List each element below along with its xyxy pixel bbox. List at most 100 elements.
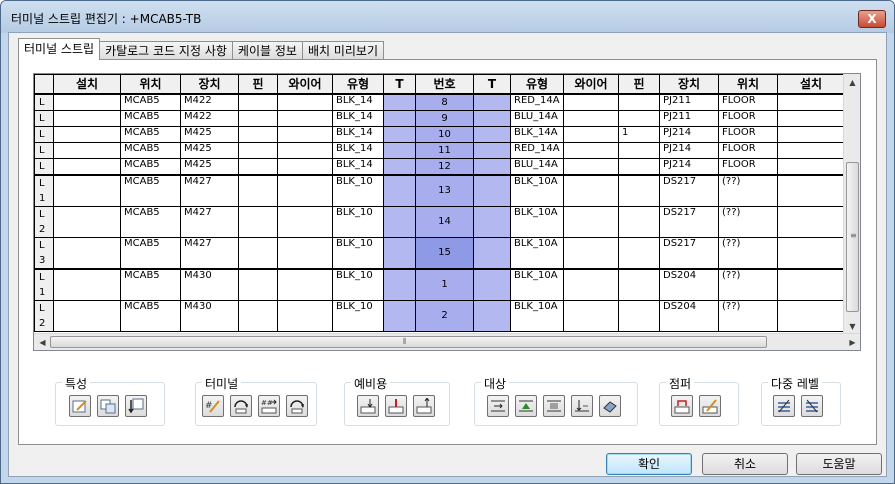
cell-l-pin[interactable]: [238, 157, 278, 175]
col-header-r-location[interactable]: 위치: [718, 74, 778, 95]
cell-r-wire[interactable]: [563, 125, 619, 143]
cancel-button[interactable]: 취소: [702, 453, 788, 475]
cell-l-inst[interactable]: [53, 173, 121, 207]
levels-icon[interactable]: [773, 395, 795, 417]
cell-r-pin[interactable]: 1: [618, 125, 660, 143]
vertical-scroll-thumb[interactable]: ≡: [846, 162, 859, 312]
cell-r-loc[interactable]: (??): [718, 205, 778, 238]
cell-l-wire[interactable]: [277, 267, 333, 301]
cell-l-loc[interactable]: MCAB5: [120, 93, 181, 111]
cell-r-loc[interactable]: FLOOR: [718, 141, 778, 159]
cell-l-dev[interactable]: M430: [180, 299, 239, 332]
col-header-r-install[interactable]: 설치: [777, 74, 845, 95]
cell-l-type[interactable]: BLK_10: [332, 299, 384, 332]
close-button[interactable]: X: [858, 10, 886, 28]
cell-r-wire[interactable]: [563, 141, 619, 159]
cell-r-inst[interactable]: [777, 299, 845, 332]
cell-l-type[interactable]: BLK_14: [332, 93, 384, 111]
cell-l-dev[interactable]: M425: [180, 125, 239, 143]
cell-l-t[interactable]: [383, 173, 416, 207]
cell-number[interactable]: 2: [415, 299, 474, 332]
cell-r-inst[interactable]: [777, 157, 845, 175]
cell-l-wire[interactable]: [277, 109, 333, 127]
move-up-icon[interactable]: [487, 395, 509, 417]
cell-r-pin[interactable]: [618, 236, 660, 269]
cell-number[interactable]: 9: [415, 109, 474, 127]
cell-l-pin[interactable]: [238, 109, 278, 127]
move-top-icon[interactable]: [515, 395, 537, 417]
cell-r-type[interactable]: BLK_10A: [510, 267, 564, 301]
cell-r-inst[interactable]: [777, 141, 845, 159]
cell-r-pin[interactable]: [618, 109, 660, 127]
cell-r-loc[interactable]: FLOOR: [718, 93, 778, 111]
cell-r-t[interactable]: [473, 141, 511, 159]
scroll-up-icon[interactable]: ▲: [844, 74, 860, 91]
cell-l-wire[interactable]: [277, 125, 333, 143]
col-header-l-wire[interactable]: 와이어: [277, 74, 333, 95]
cell-r-pin[interactable]: [618, 173, 660, 207]
table-row[interactable]: L MCAB5 M422 BLK_14 8 RED_14A PJ211 FLOOR: [34, 93, 845, 111]
cell-l-dev[interactable]: M427: [180, 236, 239, 269]
cell-l-type[interactable]: BLK_14: [332, 157, 384, 175]
cell-l-inst[interactable]: [53, 125, 121, 143]
cell-l-loc[interactable]: MCAB5: [120, 173, 181, 207]
ok-button[interactable]: 확인: [606, 453, 692, 475]
col-header-r-wire[interactable]: 와이어: [563, 74, 619, 95]
refresh-terminal-icon[interactable]: [286, 395, 308, 417]
cell-number[interactable]: 12: [415, 157, 474, 175]
cell-r-type[interactable]: BLU_14A: [510, 157, 564, 175]
cell-l-t[interactable]: [383, 125, 416, 143]
cell-r-wire[interactable]: [563, 236, 619, 269]
help-button[interactable]: 도움말: [796, 453, 882, 475]
cell-r-wire[interactable]: [563, 109, 619, 127]
cell-r-wire[interactable]: [563, 157, 619, 175]
col-header-corner[interactable]: [34, 74, 54, 95]
cell-number[interactable]: 1: [415, 267, 474, 301]
cell-number[interactable]: 13: [415, 173, 474, 207]
cell-number[interactable]: 15: [415, 236, 474, 269]
table-row[interactable]: L MCAB5 M422 BLK_14 9 BLU_14A PJ211 FLOOR: [34, 109, 845, 127]
cell-r-t[interactable]: [473, 93, 511, 111]
cell-l-loc[interactable]: MCAB5: [120, 141, 181, 159]
cell-r-inst[interactable]: [777, 236, 845, 269]
cell-r-dev[interactable]: PJ214: [659, 157, 719, 175]
cell-r-pin[interactable]: [618, 267, 660, 301]
levels-edit-icon[interactable]: [801, 395, 823, 417]
cell-r-pin[interactable]: [618, 299, 660, 332]
cell-r-wire[interactable]: [563, 93, 619, 111]
reverse-icon[interactable]: [599, 395, 621, 417]
col-header-l-pin[interactable]: 핀: [238, 74, 278, 95]
cell-r-type[interactable]: BLK_10A: [510, 173, 564, 207]
cell-l-type[interactable]: BLK_14: [332, 125, 384, 143]
cell-r-dev[interactable]: PJ214: [659, 125, 719, 143]
cell-r-inst[interactable]: [777, 173, 845, 207]
cell-l-inst[interactable]: [53, 141, 121, 159]
cell-r-loc[interactable]: (??): [718, 173, 778, 207]
cell-l-pin[interactable]: [238, 141, 278, 159]
cell-r-dev[interactable]: PJ211: [659, 109, 719, 127]
renumber-terminal-icon[interactable]: ##: [258, 395, 280, 417]
cell-r-inst[interactable]: [777, 93, 845, 111]
scroll-left-icon[interactable]: ◀: [34, 334, 51, 350]
cell-l-type[interactable]: BLK_14: [332, 109, 384, 127]
cell-r-t[interactable]: [473, 173, 511, 207]
cell-l-pin[interactable]: [238, 93, 278, 111]
row-level-label[interactable]: L 3: [34, 236, 54, 269]
row-level-label[interactable]: L: [34, 109, 54, 127]
tab-cable-info[interactable]: 케이블 정보: [231, 41, 303, 60]
scroll-right-icon[interactable]: ▶: [844, 334, 860, 350]
horizontal-scroll-thumb[interactable]: ⦀: [50, 336, 767, 348]
cell-l-wire[interactable]: [277, 157, 333, 175]
row-level-label[interactable]: L: [34, 141, 54, 159]
cell-l-t[interactable]: [383, 93, 416, 111]
horizontal-scrollbar[interactable]: ◀ ⦀ ▶: [34, 333, 860, 350]
cell-r-wire[interactable]: [563, 205, 619, 238]
cell-r-pin[interactable]: [618, 93, 660, 111]
cell-r-t[interactable]: [473, 125, 511, 143]
cell-l-type[interactable]: BLK_10: [332, 236, 384, 269]
cell-l-inst[interactable]: [53, 299, 121, 332]
cell-r-loc[interactable]: (??): [718, 236, 778, 269]
row-level-label[interactable]: L 2: [34, 299, 54, 332]
cell-number[interactable]: 8: [415, 93, 474, 111]
cell-l-t[interactable]: [383, 299, 416, 332]
